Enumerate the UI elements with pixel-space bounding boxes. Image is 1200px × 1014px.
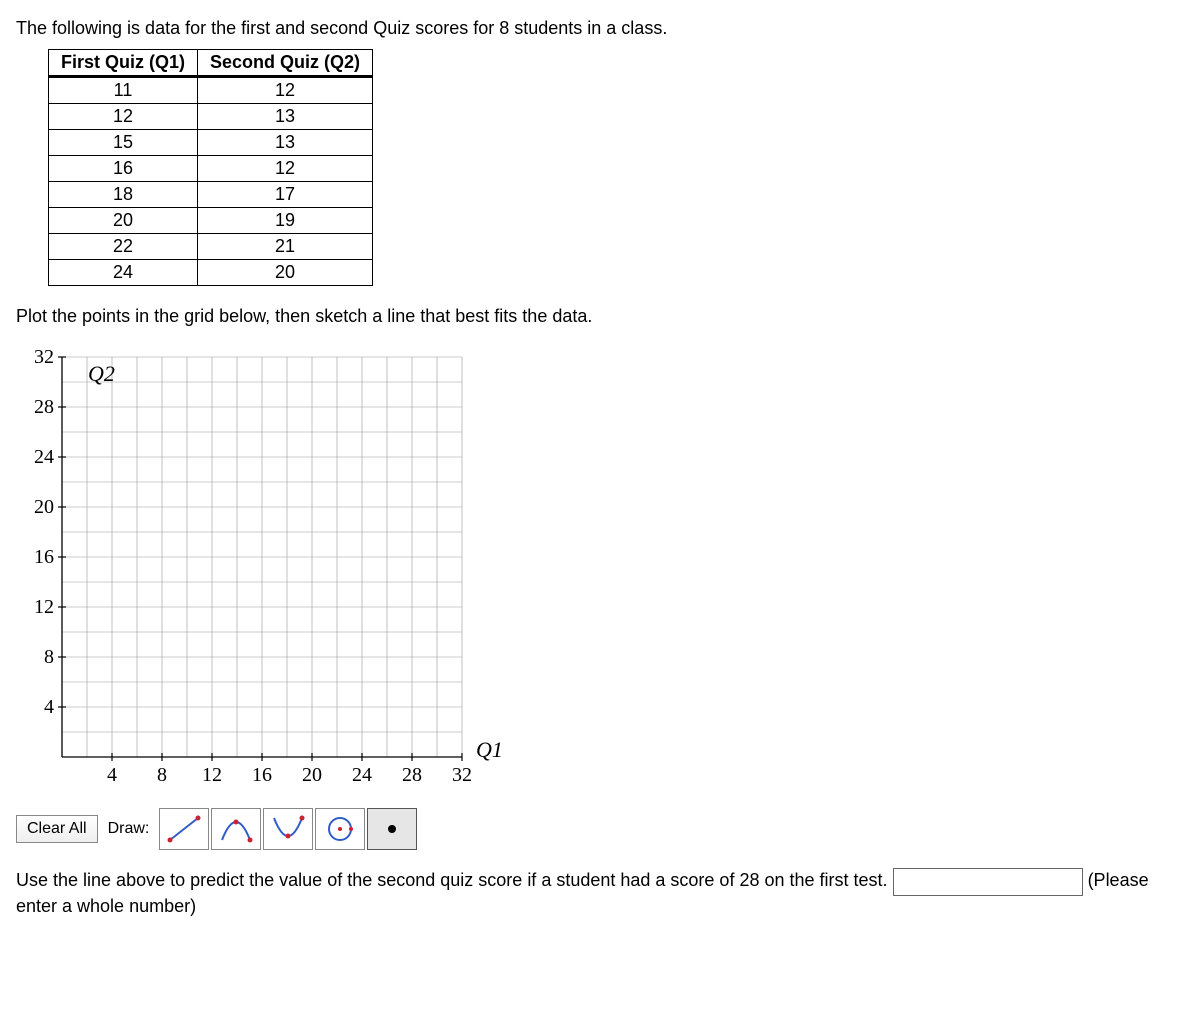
scatter-grid[interactable]: 4 8 12 16 20 24 28 32 4 8 12 16 20 24 28…	[16, 337, 1184, 802]
cell: 21	[198, 234, 373, 260]
cell: 17	[198, 182, 373, 208]
y-tick: 8	[44, 646, 54, 668]
point-icon	[374, 814, 410, 844]
col-header-q2: Second Quiz (Q2)	[198, 50, 373, 77]
y-tick: 20	[34, 496, 54, 518]
x-tick: 32	[452, 764, 472, 786]
x-tick: 4	[107, 764, 117, 786]
y-tick: 4	[44, 696, 54, 718]
x-tick: 12	[202, 764, 222, 786]
cell: 19	[198, 208, 373, 234]
x-tick: 24	[352, 764, 372, 786]
cell: 18	[49, 182, 198, 208]
x-axis-label: Q1	[476, 737, 503, 762]
cell: 13	[198, 104, 373, 130]
answer-section: Use the line above to predict the value …	[16, 868, 1184, 917]
x-tick: 16	[252, 764, 272, 786]
circle-tool[interactable]	[315, 808, 365, 850]
parabola-down-icon	[270, 814, 306, 844]
cell: 15	[49, 130, 198, 156]
cell: 12	[198, 77, 373, 104]
draw-toolbar: Clear All Draw:	[16, 808, 1184, 850]
table-row: 1213	[49, 104, 373, 130]
cell: 12	[49, 104, 198, 130]
plot-prompt: Plot the points in the grid below, then …	[16, 306, 1184, 327]
table-row: 2420	[49, 260, 373, 286]
cell: 20	[198, 260, 373, 286]
table-row: 2019	[49, 208, 373, 234]
col-header-q1: First Quiz (Q1)	[49, 50, 198, 77]
x-tick: 28	[402, 764, 422, 786]
y-tick: 24	[34, 446, 54, 468]
table-row: 1612	[49, 156, 373, 182]
quiz-scores-table: First Quiz (Q1) Second Quiz (Q2) 1112 12…	[48, 49, 373, 286]
y-tick: 12	[34, 596, 54, 618]
x-tick: 20	[302, 764, 322, 786]
line-icon	[166, 814, 202, 844]
clear-all-button[interactable]: Clear All	[16, 815, 98, 843]
cell: 16	[49, 156, 198, 182]
cell: 22	[49, 234, 198, 260]
y-tick: 32	[34, 346, 54, 368]
table-row: 1513	[49, 130, 373, 156]
point-tool[interactable]	[367, 808, 417, 850]
table-row: 2221	[49, 234, 373, 260]
intro-text: The following is data for the first and …	[16, 18, 1184, 39]
y-axis-label: Q2	[88, 361, 115, 386]
cell: 24	[49, 260, 198, 286]
table-row: 1112	[49, 77, 373, 104]
circle-icon	[322, 814, 358, 844]
cell: 13	[198, 130, 373, 156]
draw-label: Draw:	[100, 816, 158, 842]
line-tool[interactable]	[159, 808, 209, 850]
cell: 12	[198, 156, 373, 182]
parabola-down-tool[interactable]	[263, 808, 313, 850]
question-text: Use the line above to predict the value …	[16, 870, 888, 890]
parabola-up-icon	[218, 814, 254, 844]
parabola-up-tool[interactable]	[211, 808, 261, 850]
table-row: 1817	[49, 182, 373, 208]
y-tick: 28	[34, 396, 54, 418]
x-tick: 8	[157, 764, 167, 786]
cell: 11	[49, 77, 198, 104]
answer-input[interactable]	[893, 868, 1083, 896]
cell: 20	[49, 208, 198, 234]
y-tick: 16	[34, 546, 54, 568]
